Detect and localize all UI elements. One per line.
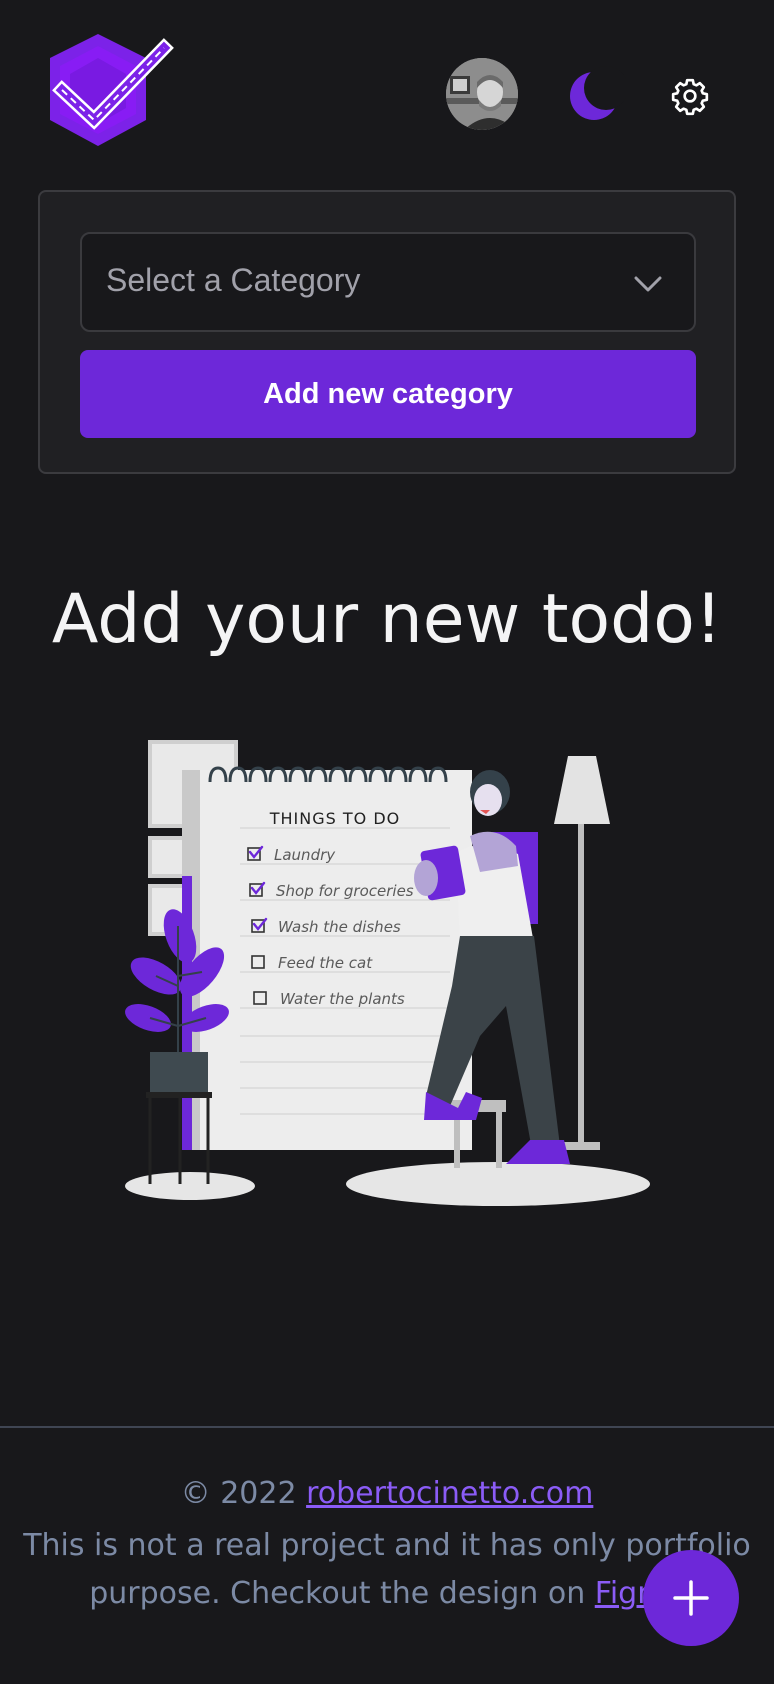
app-page: Select a Category Add new category Add y… <box>0 0 774 1684</box>
avatar-photo <box>446 58 518 130</box>
footer-copyright: © 2022 robertocinetto.com <box>0 1476 774 1511</box>
illustration-item-3: Wash the dishes <box>278 918 401 936</box>
illustration-heading: THINGS TO DO <box>269 809 401 828</box>
category-select[interactable]: Select a Category <box>80 232 696 332</box>
chevron-down-icon <box>634 276 662 292</box>
page-title: Add your new todo! <box>51 580 723 659</box>
site-link[interactable]: robertocinetto.com <box>306 1476 593 1511</box>
checkmark-hexagon-logo[interactable] <box>42 32 182 160</box>
category-select-placeholder: Select a Category <box>106 262 361 298</box>
plus-icon <box>673 1580 709 1616</box>
avatar[interactable] <box>446 58 518 130</box>
illustration-item-5: Water the plants <box>280 990 405 1008</box>
copyright-text: © 2022 <box>180 1476 307 1511</box>
footer-divider <box>0 1426 774 1428</box>
moon-icon[interactable] <box>566 66 626 126</box>
add-todo-fab[interactable] <box>643 1550 739 1646</box>
todo-illustration: THINGS TO DO Laundry Shop for groceries … <box>125 740 650 1206</box>
illustration-item-1: Laundry <box>274 846 336 864</box>
category-card: Select a Category Add new category <box>38 190 736 474</box>
gear-icon[interactable] <box>670 76 710 116</box>
illustration-item-4: Feed the cat <box>278 954 373 972</box>
illustration-item-2: Shop for groceries <box>276 882 414 900</box>
add-category-button[interactable]: Add new category <box>80 350 696 438</box>
